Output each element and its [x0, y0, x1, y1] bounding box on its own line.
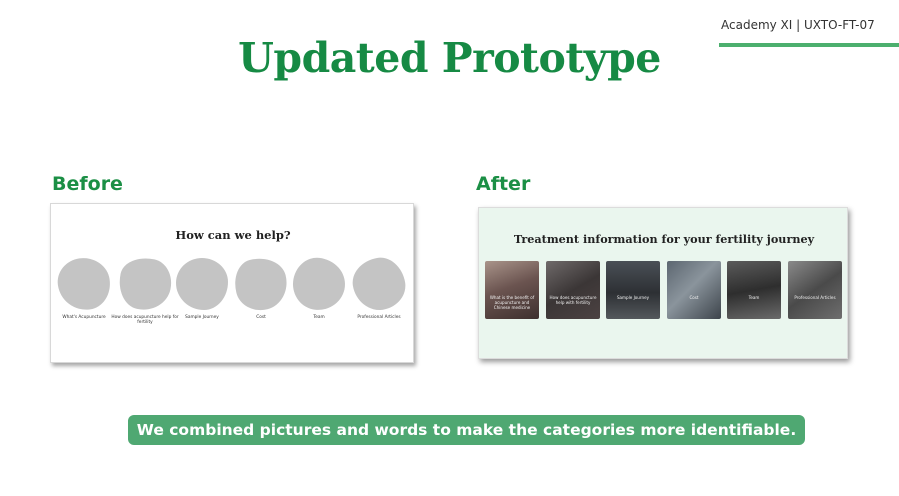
photo-card-label: How does acupuncture help with fertility — [549, 295, 597, 306]
before-label: Before — [52, 173, 123, 195]
header-tag: Academy XI | UXTO-FT-07 — [721, 18, 875, 32]
blob-label: Professional Articles — [357, 315, 401, 320]
photo-card[interactable]: Cost — [667, 261, 721, 319]
photo-card[interactable]: Team — [727, 261, 781, 319]
after-slide: Treatment information for your fertility… — [478, 207, 848, 359]
photo-card-label: Cost — [689, 295, 699, 300]
before-heading: How can we help? — [175, 228, 291, 242]
photo-card[interactable]: Sample Journey — [606, 261, 660, 319]
photo-card-label: Professional Articles — [794, 295, 836, 300]
after-heading: Treatment information for your fertility… — [513, 232, 815, 246]
category-blob[interactable] — [176, 258, 228, 310]
category-blob[interactable] — [54, 254, 114, 314]
category-blob[interactable] — [229, 252, 293, 316]
photo-card-label: What is the benefit of acupuncture and C… — [489, 295, 535, 311]
photo-card[interactable]: How does acupuncture help with fertility — [546, 261, 600, 319]
photo-card[interactable]: What is the benefit of acupuncture and C… — [485, 261, 539, 319]
blob-label: What's Acupuncture — [62, 315, 106, 320]
photo-card-label: Team — [748, 295, 760, 300]
photo-card[interactable]: Professional Articles — [788, 261, 842, 319]
before-slide: How can we help? What's Acupuncture How … — [50, 203, 414, 363]
category-blob[interactable] — [348, 253, 410, 315]
category-blob[interactable] — [290, 255, 348, 313]
caption-banner: We combined pictures and words to make t… — [128, 415, 805, 445]
page-title: Updated Prototype — [238, 34, 661, 82]
after-label: After — [476, 173, 531, 195]
photo-card-label: Sample Journey — [616, 295, 650, 300]
category-blob[interactable] — [114, 253, 176, 315]
